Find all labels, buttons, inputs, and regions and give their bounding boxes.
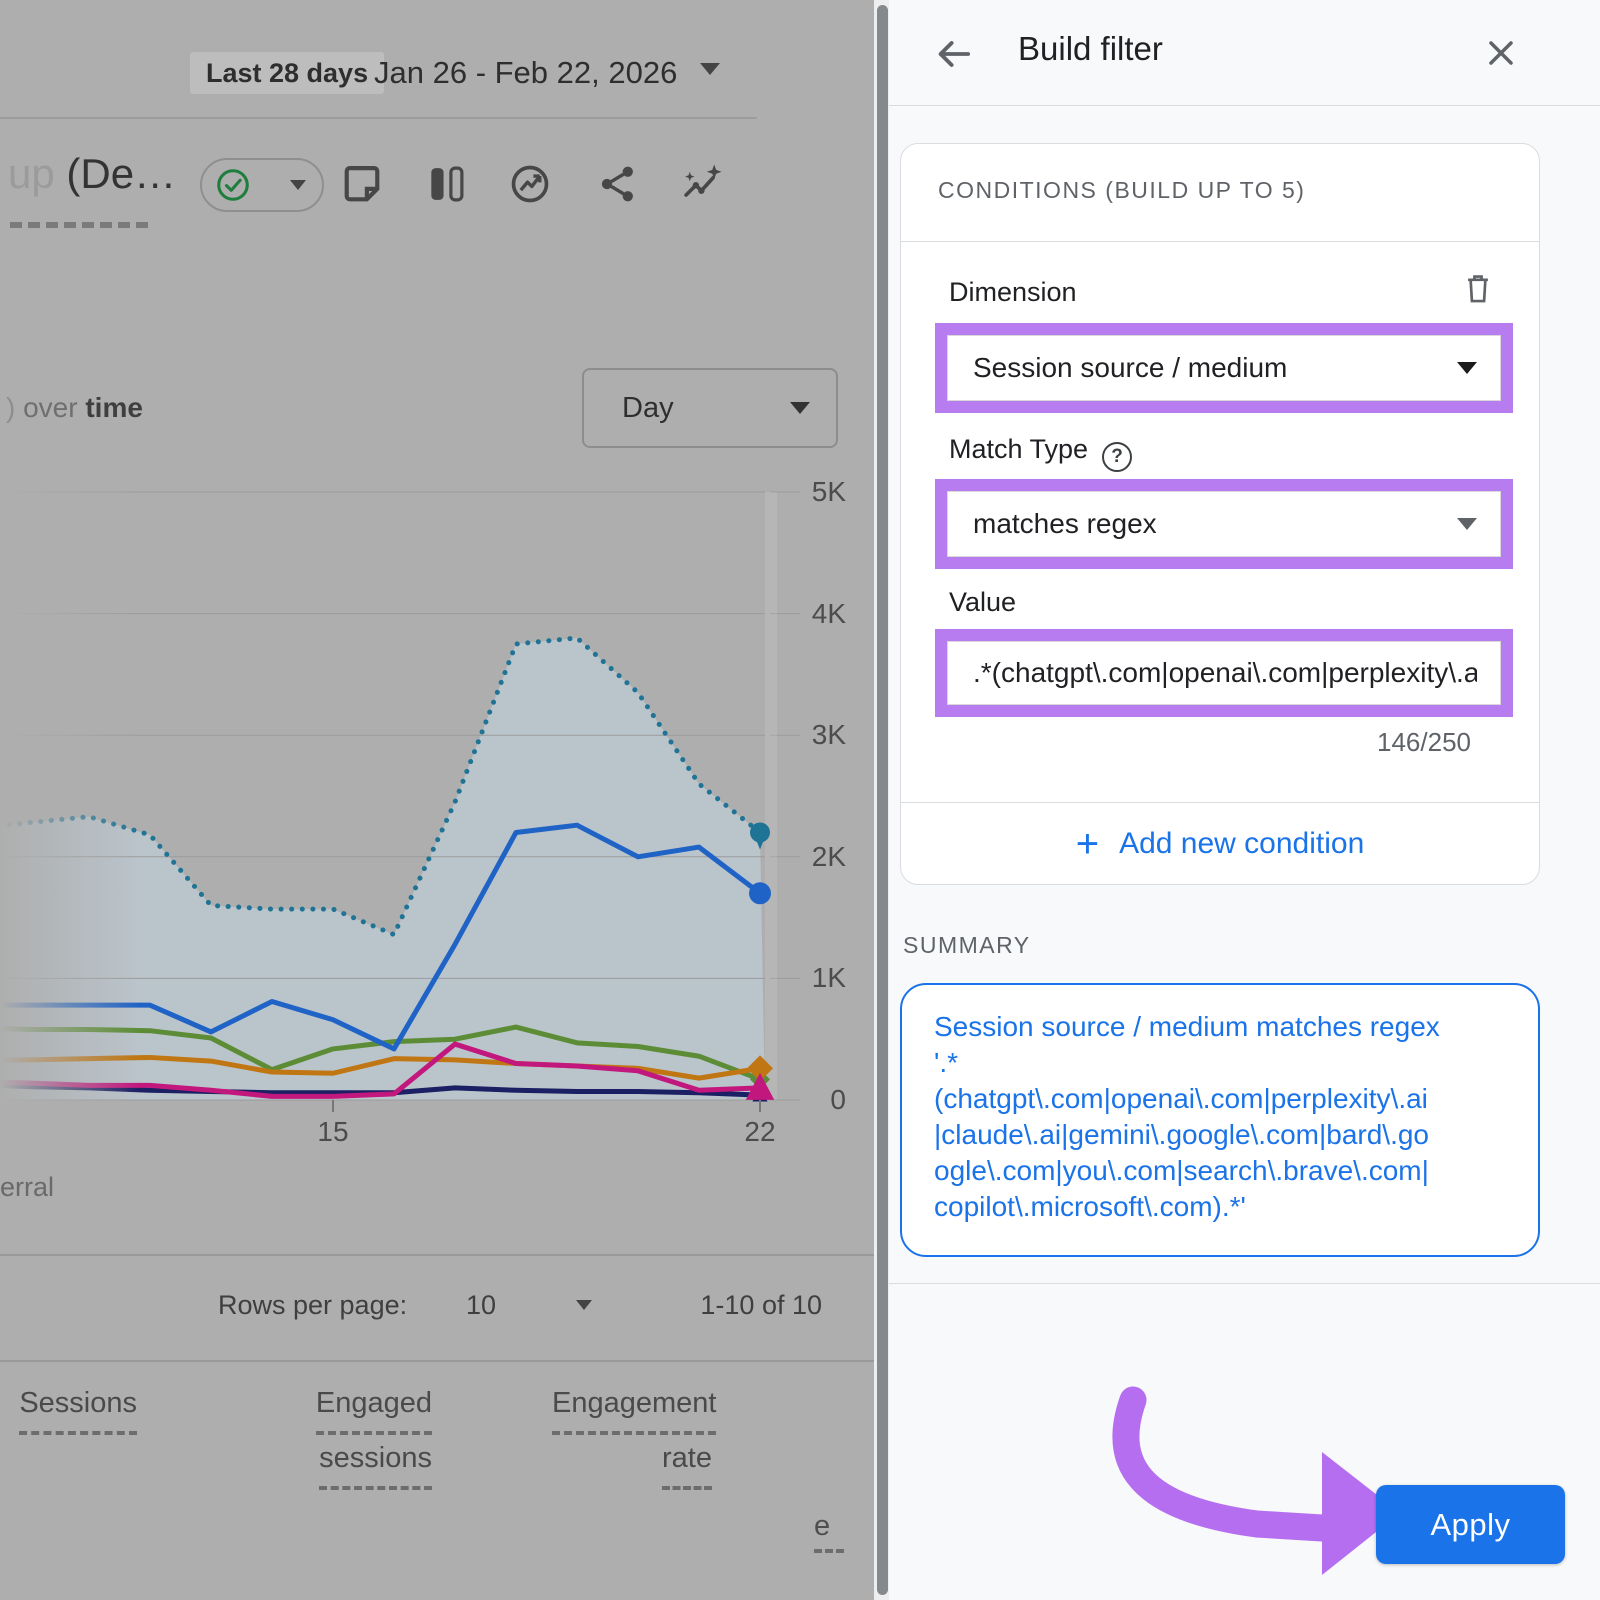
table-top-divider xyxy=(0,1254,877,1256)
summary-line: '.* xyxy=(934,1045,1506,1081)
x-axis-label: 15 xyxy=(303,1116,363,1148)
conditions-header: CONDITIONS (BUILD UP TO 5) xyxy=(938,177,1305,204)
value-text: .*(chatgpt\.com|openai\.com|perplexity\.… xyxy=(973,657,1477,689)
summary-label: SUMMARY xyxy=(903,932,1031,959)
y-axis-label: 1K xyxy=(780,962,846,994)
help-icon[interactable]: ? xyxy=(1102,442,1132,472)
summary-line: copilot\.microsoft\.com).*' xyxy=(934,1189,1506,1225)
table-header-divider xyxy=(0,1360,877,1362)
match-type-value: matches regex xyxy=(973,508,1157,540)
value-input[interactable]: .*(chatgpt\.com|openai\.com|perplexity\.… xyxy=(935,629,1513,717)
add-new-condition-label: Add new condition xyxy=(1119,827,1364,861)
panel-title: Build filter xyxy=(1018,30,1163,68)
y-axis-label: 5K xyxy=(780,476,846,508)
ga4-explore-screen: Last 28 days Jan 26 - Feb 22, 2026 up (D… xyxy=(0,0,1600,1600)
conditions-divider xyxy=(901,241,1539,242)
y-axis-label: 2K xyxy=(780,841,846,873)
apply-button[interactable]: Apply xyxy=(1376,1485,1565,1564)
summary-line: ogle\.com|you\.com|search\.brave\.com| xyxy=(934,1153,1506,1189)
footer-divider xyxy=(889,1283,1600,1284)
match-type-label: Match Type? xyxy=(949,434,1132,472)
dimension-dropdown[interactable]: Session source / medium xyxy=(935,323,1513,413)
rows-per-page-caret-icon[interactable] xyxy=(576,1300,592,1310)
close-icon[interactable] xyxy=(1481,33,1521,73)
match-type-dropdown[interactable]: matches regex xyxy=(935,479,1513,569)
y-axis-label: 4K xyxy=(780,598,846,630)
rows-per-page-value[interactable]: 10 xyxy=(466,1290,496,1321)
x-axis-label: 22 xyxy=(730,1116,790,1148)
add-new-condition-button[interactable]: + Add new condition xyxy=(901,802,1539,885)
panel-header-divider xyxy=(889,105,1600,106)
conditions-card: CONDITIONS (BUILD UP TO 5) Dimension Ses… xyxy=(900,143,1540,885)
dimension-value: Session source / medium xyxy=(973,352,1287,384)
column-header[interactable]: Engagementrate xyxy=(552,1380,712,1490)
rows-per-page-label: Rows per page: xyxy=(218,1290,407,1321)
back-arrow-icon[interactable] xyxy=(931,32,975,76)
cutoff-cell: e xyxy=(814,1510,844,1553)
dimension-caret-icon xyxy=(1457,362,1477,374)
y-axis-label: 0 xyxy=(780,1084,846,1116)
build-filter-panel: Build filter CONDITIONS (BUILD UP TO 5) … xyxy=(889,0,1600,1600)
y-axis-label: 3K xyxy=(780,719,846,751)
summary-line: (chatgpt\.com|openai\.com|perplexity\.ai xyxy=(934,1081,1506,1117)
char-count: 146/250 xyxy=(1377,727,1471,758)
scrollbar-thumb[interactable] xyxy=(877,5,888,1595)
column-header[interactable]: Engagedsessions xyxy=(292,1380,432,1490)
summary-box: Session source / medium matches regex'.*… xyxy=(900,983,1540,1257)
pagination-range: 1-10 of 10 xyxy=(672,1290,822,1321)
column-header[interactable]: Sessions xyxy=(0,1380,137,1435)
referral-cell-fragment: erral xyxy=(0,1172,54,1203)
dimension-label: Dimension xyxy=(949,277,1077,308)
dimmed-report-area: Last 28 days Jan 26 - Feb 22, 2026 up (D… xyxy=(0,0,877,1600)
value-label: Value xyxy=(949,587,1016,618)
summary-line: Session source / medium matches regex xyxy=(934,1009,1506,1045)
summary-line: |claude\.ai|gemini\.google\.com|bard\.go xyxy=(934,1117,1506,1153)
trash-icon[interactable] xyxy=(1461,270,1495,308)
match-type-caret-icon xyxy=(1457,518,1477,530)
